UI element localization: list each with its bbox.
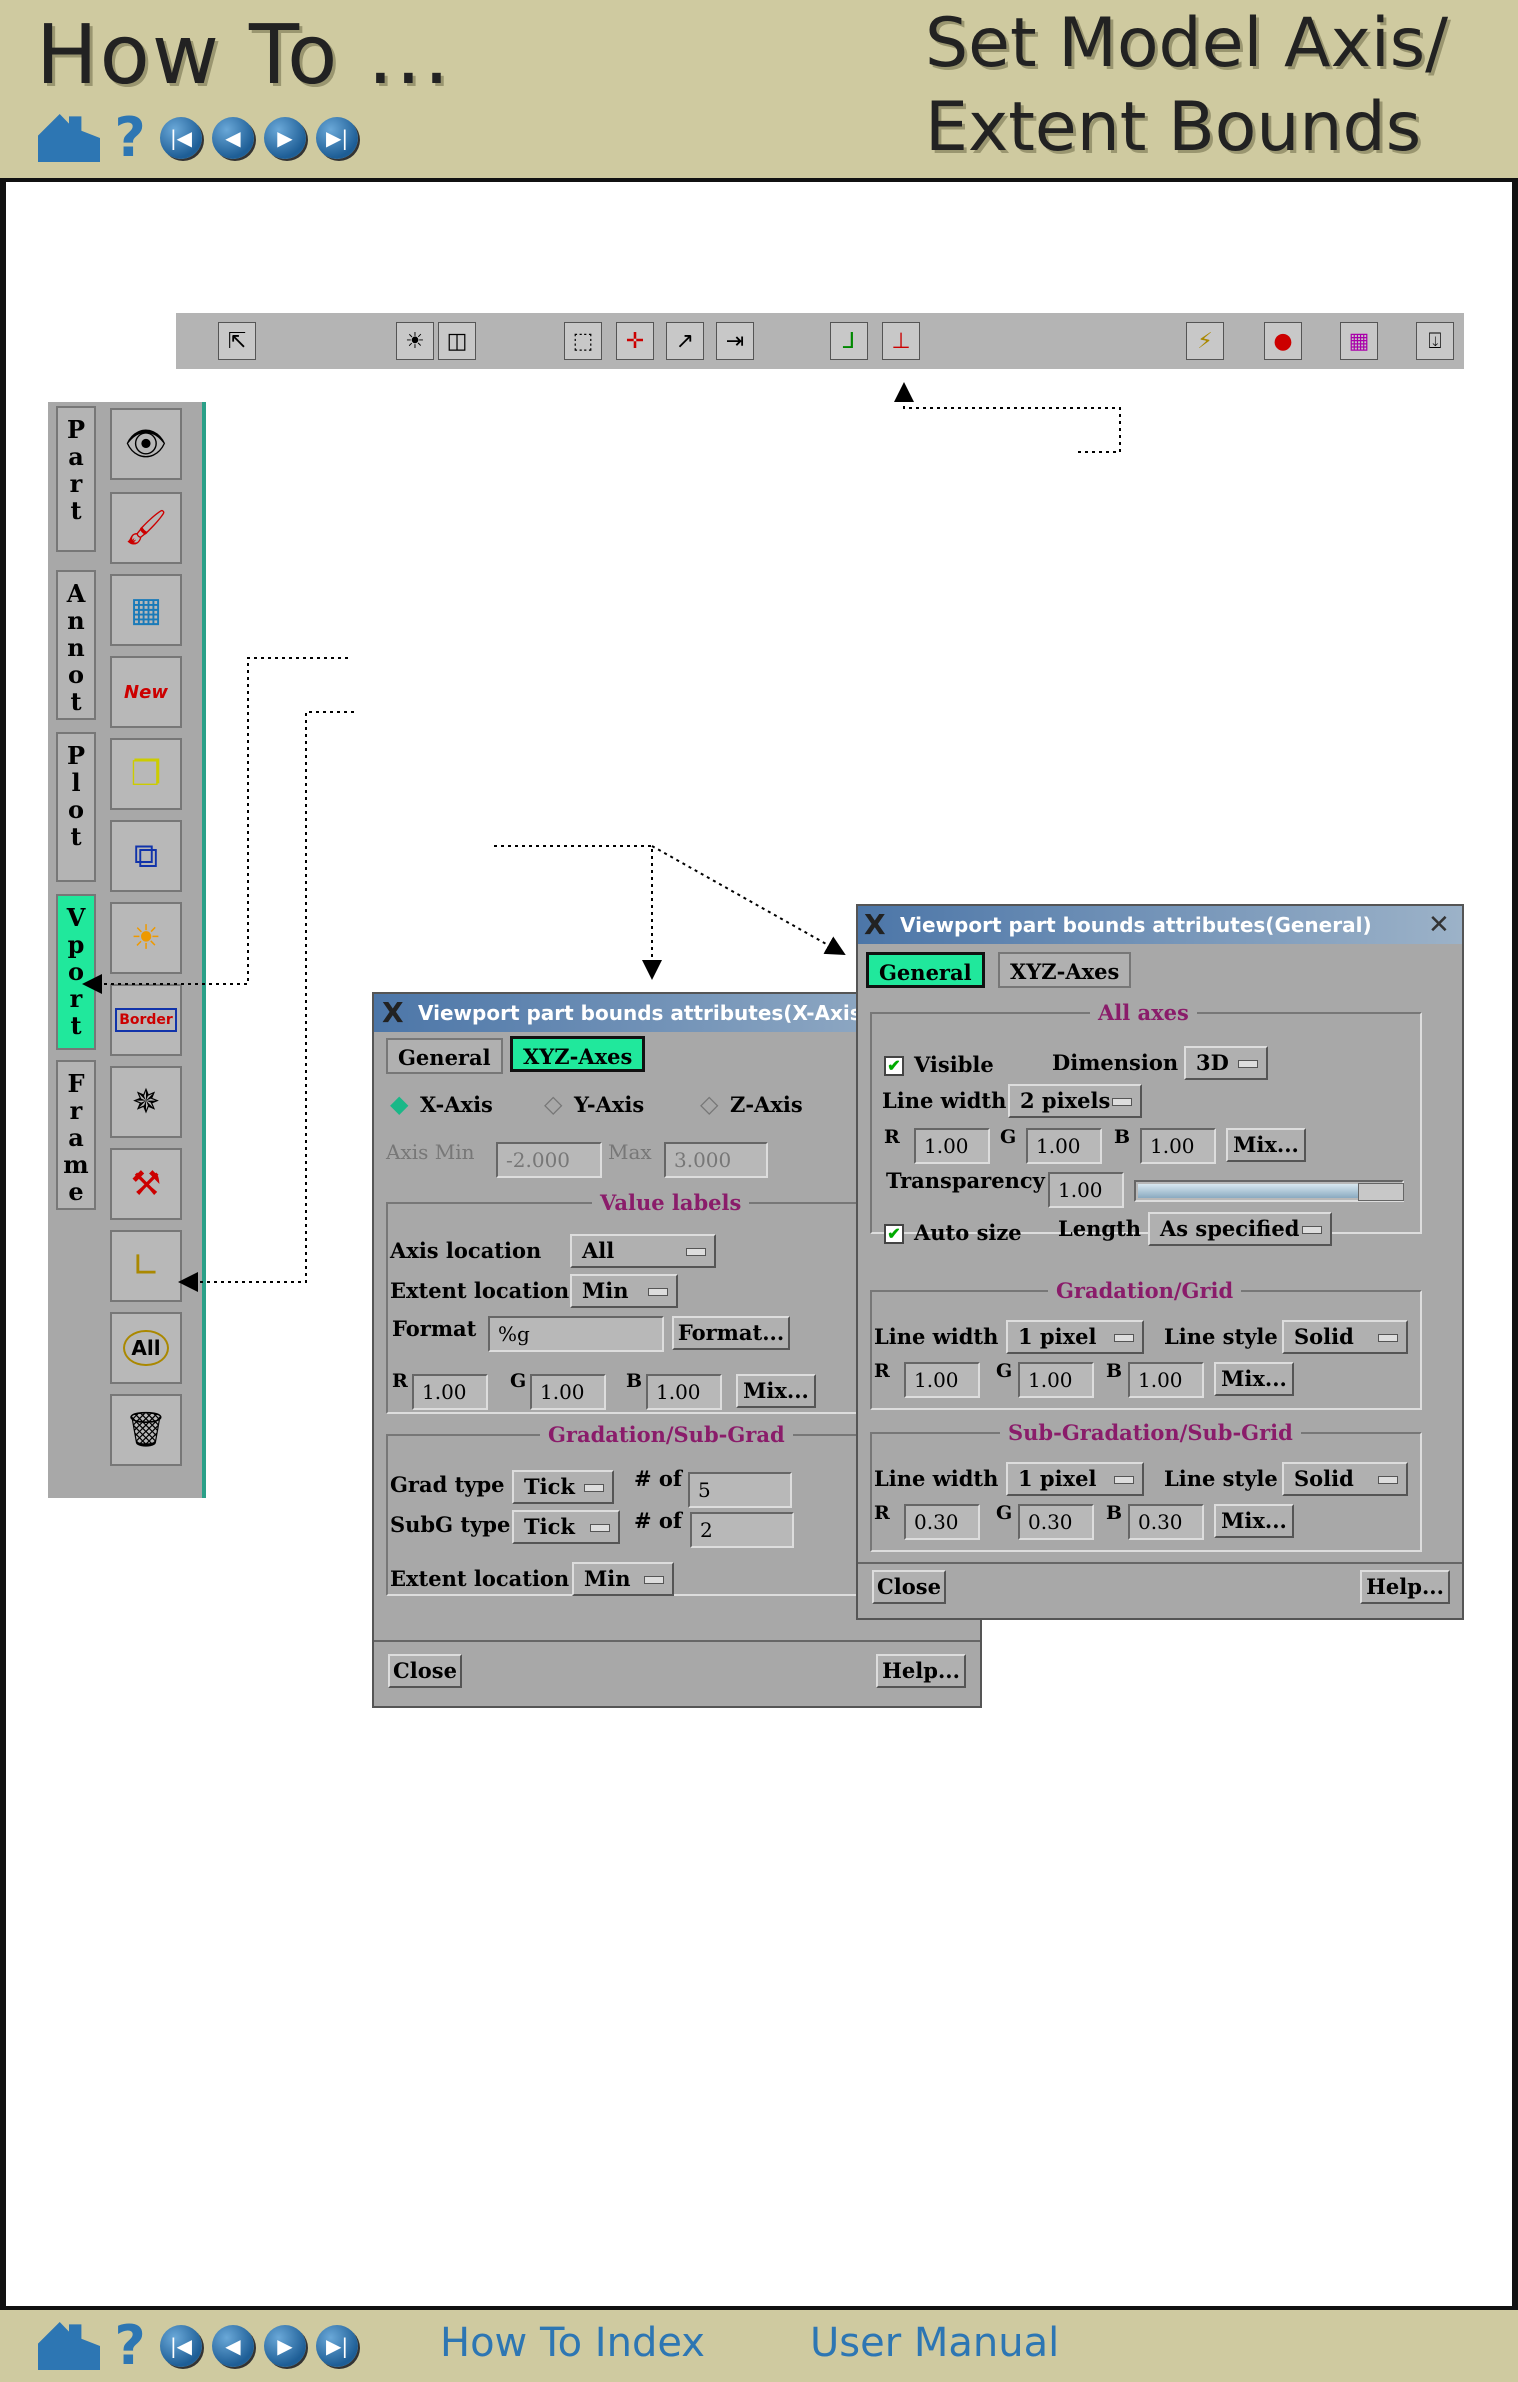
next-page-icon[interactable]: ▶ xyxy=(264,2325,306,2367)
footer-nav: ? |◀ ◀ ▶ ▶| xyxy=(38,2319,358,2373)
callout-to-toolbar xyxy=(894,382,1121,453)
callout-to-x-dialog xyxy=(494,845,662,980)
home-icon[interactable] xyxy=(38,2322,100,2370)
last-page-icon[interactable]: ▶| xyxy=(316,2325,358,2367)
help-icon[interactable]: ? xyxy=(110,2319,150,2373)
page-footer: ? |◀ ◀ ▶ ▶| How To Index User Manual xyxy=(0,2306,1518,2382)
callout-to-general-dialog xyxy=(651,845,846,955)
prev-page-icon[interactable]: ◀ xyxy=(212,2325,254,2367)
callout-to-vport-tab xyxy=(82,657,348,994)
how-to-index-link[interactable]: How To Index xyxy=(440,2320,705,2366)
user-manual-link[interactable]: User Manual xyxy=(810,2320,1059,2366)
callout-to-ruler-icon xyxy=(178,711,354,1292)
callout-lines xyxy=(82,382,1121,1292)
first-page-icon[interactable]: |◀ xyxy=(160,2325,202,2367)
